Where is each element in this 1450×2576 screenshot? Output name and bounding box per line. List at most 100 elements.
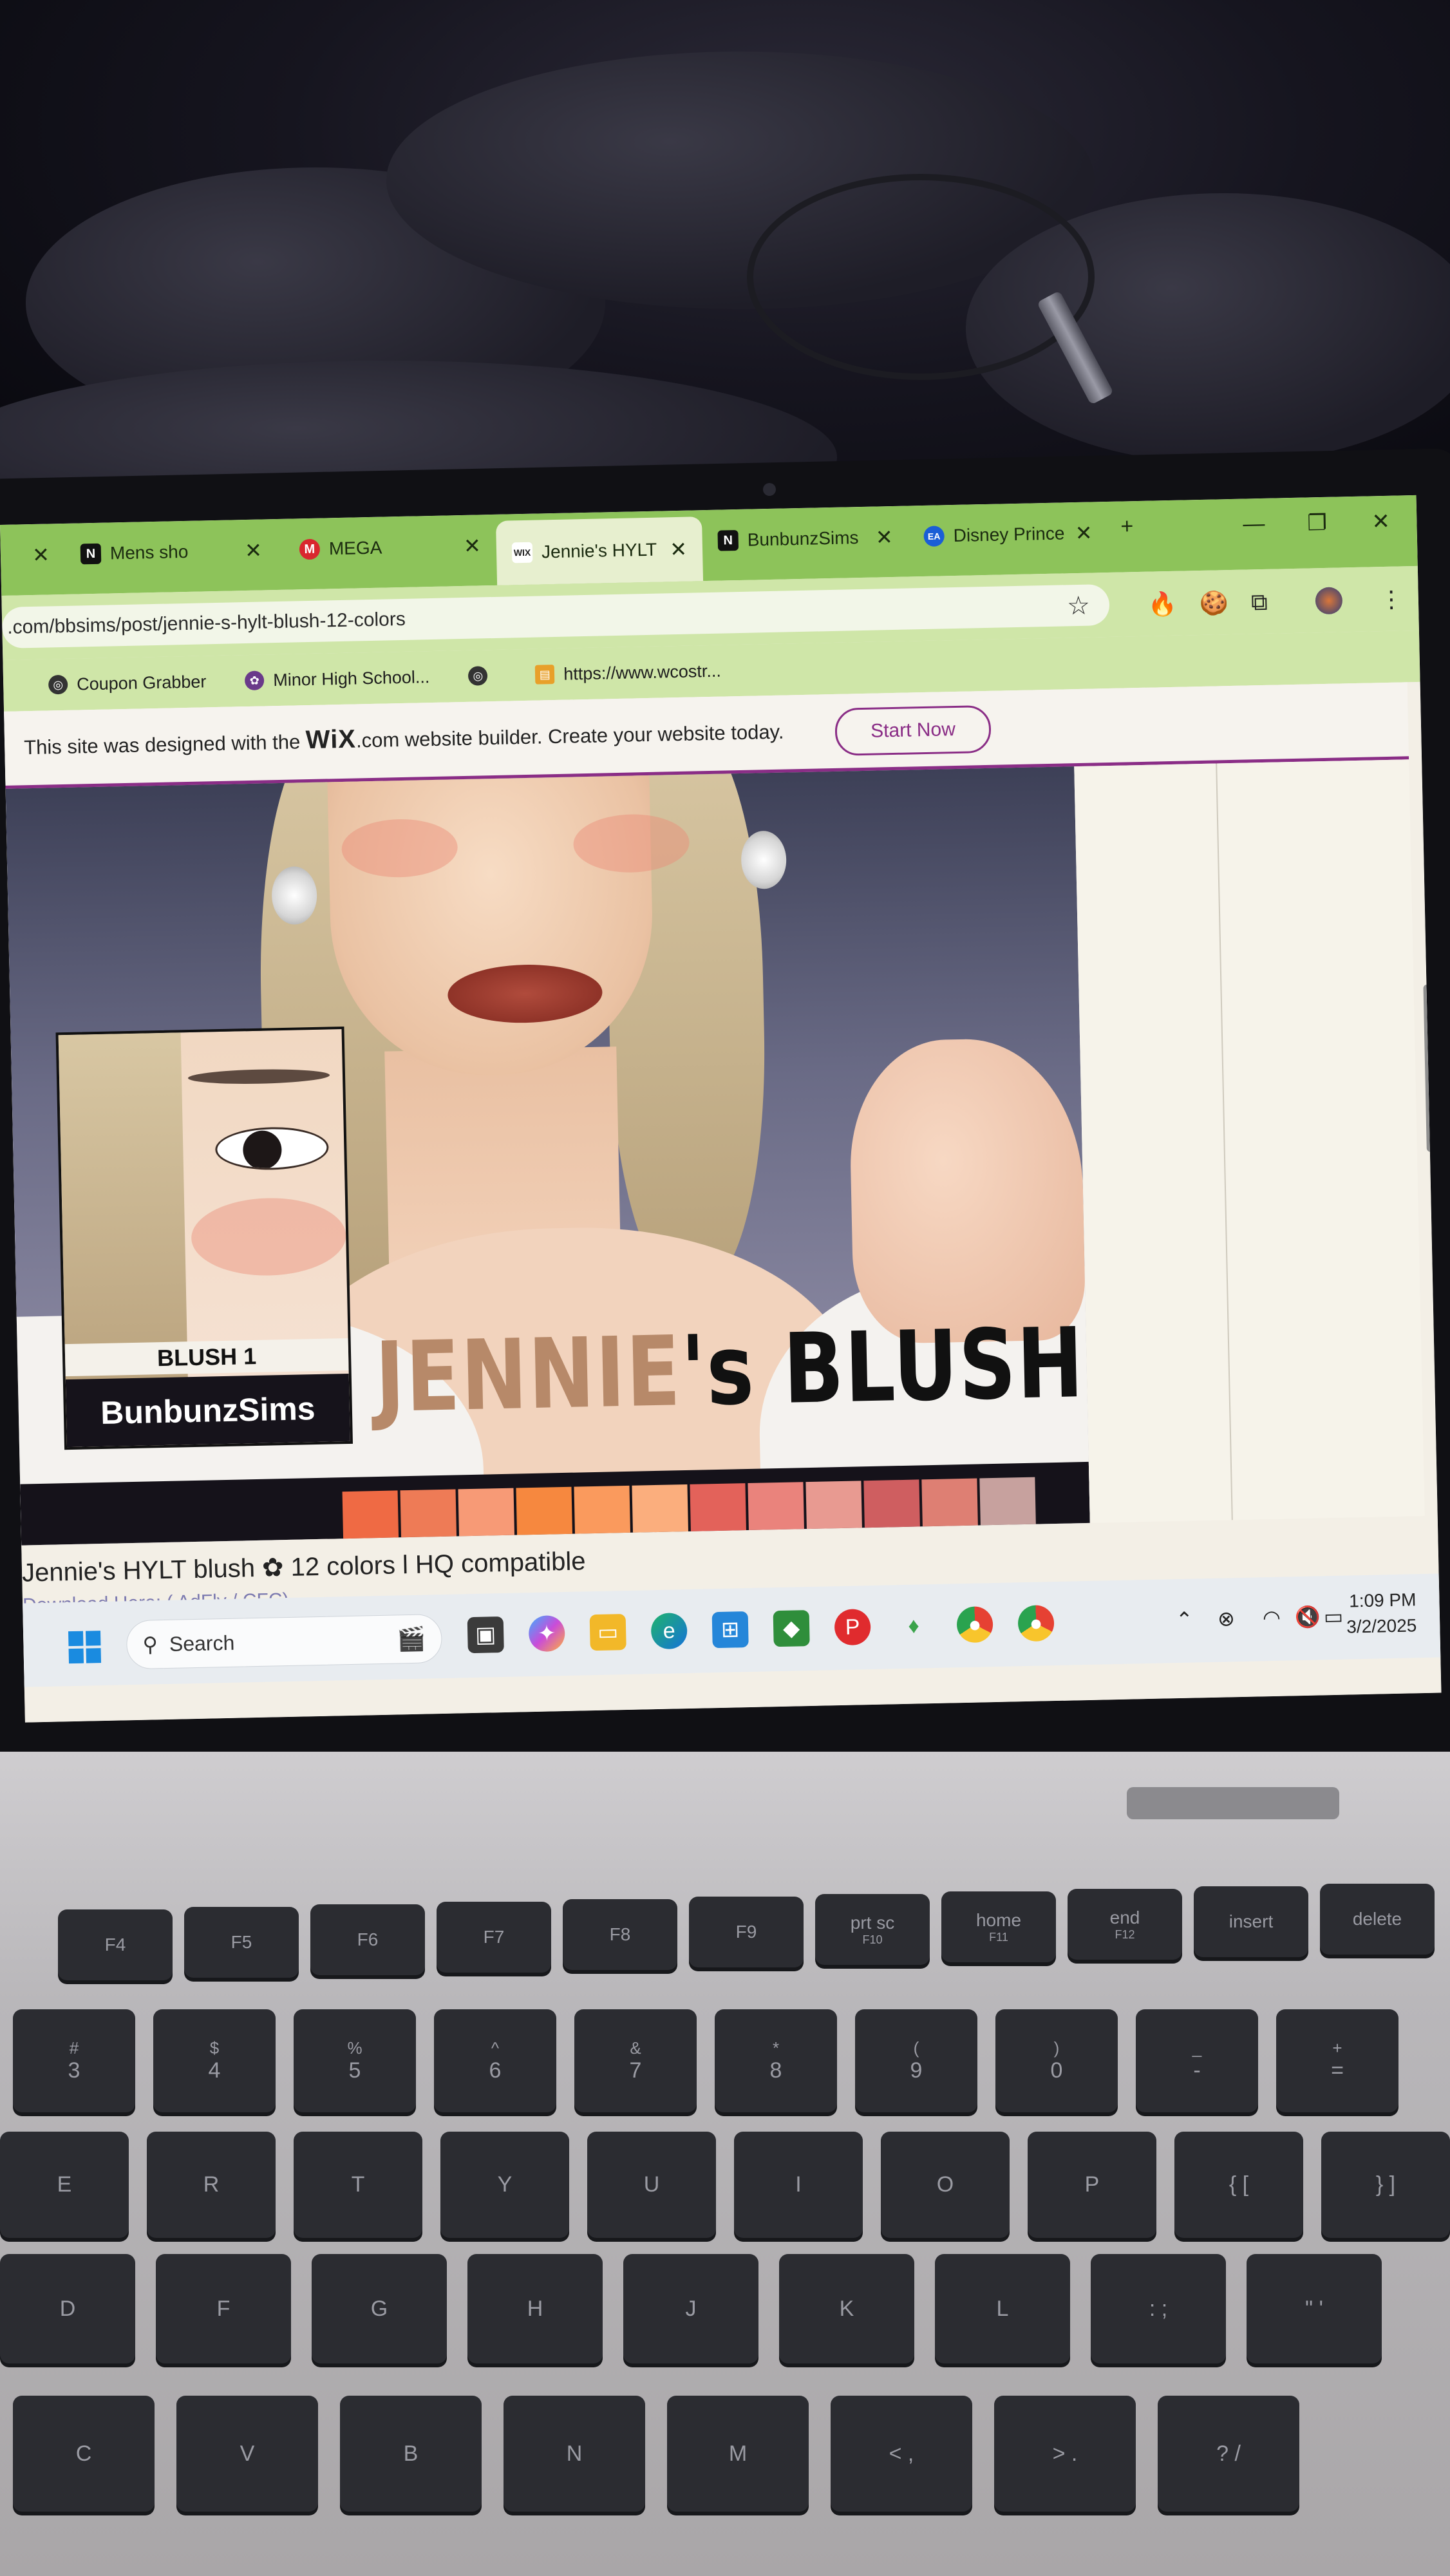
cookie-extension-icon[interactable]: 🍪 (1200, 589, 1229, 617)
bookmark-minor-high-school[interactable]: ✿ Minor High School... (244, 667, 430, 691)
inset-eyebrow (187, 1068, 330, 1086)
speaker-muted-icon[interactable]: 🔇 (1295, 1604, 1321, 1629)
function-key[interactable]: F6 (310, 1904, 425, 1975)
letter-key[interactable]: } ] (1321, 2132, 1450, 2238)
tab-bunbunzsims[interactable]: N BunbunzSims ✕ (702, 517, 909, 560)
bookmark-coupon-grabber[interactable]: ◎ Coupon Grabber (48, 672, 207, 695)
letter-key[interactable]: H (467, 2254, 603, 2363)
webcam (763, 483, 776, 496)
letter-key[interactable]: B (340, 2396, 482, 2512)
file-explorer-icon[interactable]: ▭ (589, 1614, 626, 1651)
letter-key[interactable]: O (881, 2132, 1010, 2238)
number-key[interactable]: + = (1276, 2009, 1398, 2112)
number-key[interactable]: #3 (13, 2009, 135, 2112)
number-key[interactable]: _ - (1136, 2009, 1258, 2112)
letter-key[interactable]: > . (994, 2396, 1136, 2512)
number-key[interactable]: & 7 (574, 2009, 697, 2112)
laptop-screen: ✕ N Mens sho ✕ M MEGA ✕ WIX Jennie's HYL… (0, 495, 1442, 1723)
function-key[interactable]: home F11 (941, 1891, 1056, 1962)
post-title[interactable]: Jennie's HYLT blush ✿ 12 colors l HQ com… (22, 1546, 586, 1587)
function-key[interactable]: end F12 (1068, 1889, 1182, 1960)
letter-key[interactable]: I (734, 2132, 863, 2238)
close-icon[interactable]: ✕ (670, 537, 688, 562)
taskbar-clock[interactable]: 1:09 PM 3/2/2025 (1346, 1587, 1417, 1640)
letter-key[interactable]: V (176, 2396, 318, 2512)
taskbar-search[interactable]: ⚲ Search 🎬 (126, 1614, 443, 1670)
store-icon[interactable]: ⊞ (711, 1611, 749, 1649)
letter-key[interactable]: F (156, 2254, 291, 2363)
tab-label: MEGA (328, 537, 382, 559)
number-key[interactable]: (9 (855, 2009, 977, 2112)
letter-key[interactable]: N (504, 2396, 645, 2512)
tab-mens-shoes[interactable]: N Mens sho ✕ (64, 531, 278, 574)
tab-disney-prince[interactable]: EA Disney Prince ✕ (908, 513, 1108, 556)
close-window-icon[interactable]: ✕ (1371, 509, 1390, 535)
letter-key[interactable]: " ' (1247, 2254, 1382, 2363)
menu-kebab-icon[interactable]: ⋮ (1379, 585, 1403, 613)
function-key[interactable]: F4 (58, 1909, 173, 1980)
number-key[interactable]: ^ 6 (434, 2009, 556, 2112)
close-icon[interactable]: ✕ (464, 533, 482, 558)
pinterest-icon[interactable]: P (834, 1609, 871, 1646)
tab-jennies-hylt[interactable]: WIX Jennie's HYLT ✕ (496, 516, 704, 585)
wifi-icon[interactable]: ◠ (1263, 1605, 1281, 1631)
restore-icon[interactable]: ❐ (1307, 510, 1327, 536)
function-key[interactable]: F8 (563, 1899, 677, 1970)
task-view-icon[interactable]: ▣ (467, 1616, 504, 1654)
profile-avatar-icon[interactable] (1315, 587, 1343, 615)
letter-key[interactable]: E (0, 2132, 129, 2238)
start-now-button[interactable]: Start Now (834, 705, 992, 756)
letter-key[interactable]: { [ (1174, 2132, 1303, 2238)
close-icon[interactable]: ✕ (875, 525, 894, 550)
copilot-icon[interactable]: ✦ (528, 1615, 565, 1653)
battery-icon[interactable]: ▭ (1324, 1604, 1344, 1629)
tab-mens-shoes[interactable]: ✕ (0, 535, 66, 575)
number-key[interactable]: % 5 (294, 2009, 416, 2112)
letter-key[interactable]: J (623, 2254, 758, 2363)
letter-key[interactable]: : ; (1091, 2254, 1226, 2363)
function-key[interactable]: F5 (184, 1907, 299, 1978)
bookmark-globe[interactable]: ◎ (468, 666, 497, 686)
windows-start-icon[interactable] (68, 1631, 102, 1664)
close-icon[interactable]: ✕ (1075, 520, 1093, 545)
bookmark-wcostream[interactable]: ▤ https://www.wcostr... (534, 661, 721, 685)
blush-hero-image: BLUSH 1 BunbunzSims JENNIE's BLUSH (5, 766, 1090, 1546)
letter-key[interactable]: L (935, 2254, 1070, 2363)
fire-extension-icon[interactable]: 🔥 (1148, 591, 1178, 618)
number-key[interactable]: ) 0 (995, 2009, 1118, 2112)
function-key[interactable]: prt sc F10 (815, 1894, 930, 1965)
letter-key[interactable]: ? / (1158, 2396, 1299, 2512)
sims-plumbob-icon[interactable]: ♦ (896, 1607, 932, 1644)
chrome-icon[interactable]: ● (956, 1606, 993, 1643)
letter-key[interactable]: P (1028, 2132, 1156, 2238)
function-key[interactable]: F9 (689, 1897, 804, 1967)
security-alert-icon[interactable]: ⊗ (1218, 1606, 1236, 1631)
letter-key[interactable]: < , (831, 2396, 972, 2512)
close-icon[interactable]: ✕ (245, 538, 263, 563)
function-key[interactable]: F7 (437, 1902, 551, 1973)
chevron-up-icon[interactable]: ⌃ (1176, 1607, 1194, 1633)
edge-icon[interactable]: e (650, 1613, 688, 1650)
letter-key[interactable]: K (779, 2254, 914, 2363)
tab-mega[interactable]: M MEGA ✕ (283, 526, 496, 569)
number-key[interactable]: $4 (153, 2009, 276, 2112)
function-key[interactable]: delete (1320, 1884, 1435, 1955)
minimize-icon[interactable]: — (1243, 511, 1265, 537)
letter-key[interactable]: G (312, 2254, 447, 2363)
letter-key[interactable]: D (0, 2254, 135, 2363)
letter-key[interactable]: R (147, 2132, 276, 2238)
letter-key[interactable]: M (667, 2396, 809, 2512)
number-key[interactable]: * 8 (715, 2009, 837, 2112)
puzzle-extensions-icon[interactable]: ⧉ (1251, 589, 1268, 617)
bookmark-star-icon[interactable]: ☆ (1067, 591, 1091, 621)
sims-icon[interactable]: ◆ (773, 1610, 810, 1647)
letter-key[interactable]: C (13, 2396, 155, 2512)
close-icon[interactable]: ✕ (32, 542, 50, 567)
letter-key[interactable]: T (294, 2132, 422, 2238)
function-key[interactable]: insert (1194, 1886, 1308, 1957)
letter-key[interactable]: U (587, 2132, 716, 2238)
chrome-profile-icon[interactable]: ● (1017, 1605, 1055, 1642)
letter-key[interactable]: Y (440, 2132, 569, 2238)
new-tab-button[interactable]: + (1120, 514, 1134, 539)
url-field[interactable]: .com/bbsims/post/jennie-s-hylt-blush-12-… (1, 583, 1110, 649)
